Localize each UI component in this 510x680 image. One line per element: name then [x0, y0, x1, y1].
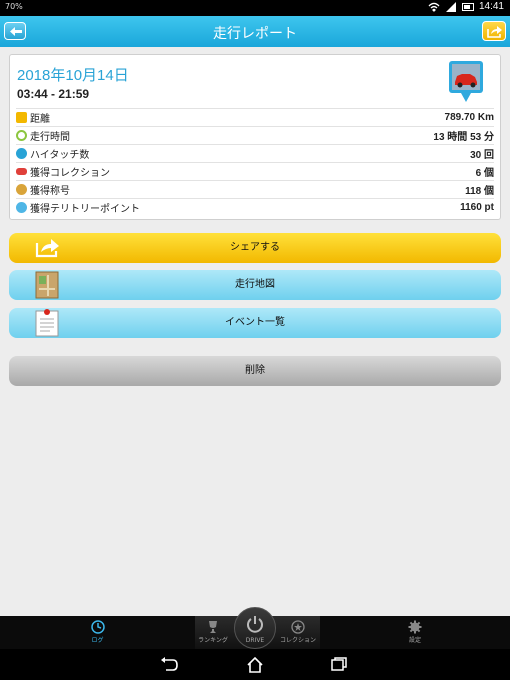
stat-value: 118 個 — [465, 186, 494, 197]
medal-icon — [16, 184, 27, 195]
stat-collection: 獲得コレクション 6 個 — [16, 162, 494, 180]
system-nav-bar — [0, 649, 510, 680]
stat-label: 獲得コレクション — [30, 168, 110, 179]
drive-button[interactable]: DRIVE — [234, 607, 276, 649]
wifi-icon — [428, 2, 440, 12]
event-list-button[interactable]: イベント一覧 — [9, 308, 501, 338]
tab-log-label: ログ — [91, 637, 104, 644]
power-icon — [247, 616, 263, 633]
share-top-button[interactable] — [482, 21, 506, 41]
event-list-icon — [35, 309, 59, 337]
back-nav-icon[interactable] — [160, 657, 178, 671]
status-left-icon: 70% — [5, 2, 23, 11]
stat-distance: 距離 789.70 Km — [16, 108, 494, 126]
report-date: 2018年10月14日 — [17, 67, 129, 84]
stat-label: 獲得称号 — [30, 186, 70, 197]
share-button-label: シェアする — [230, 242, 280, 253]
share-icon — [35, 239, 59, 258]
car-icon — [16, 168, 27, 175]
drive-button-label: DRIVE — [245, 637, 265, 644]
home-nav-icon[interactable] — [246, 657, 264, 673]
battery-icon — [461, 2, 474, 11]
recent-apps-icon[interactable] — [331, 657, 347, 671]
event-list-button-label: イベント一覧 — [225, 317, 285, 328]
signal-icon — [445, 1, 456, 12]
stat-label: ハイタッチ数 — [30, 150, 90, 161]
hand-icon — [16, 148, 27, 159]
delete-button-label: 削除 — [245, 365, 265, 376]
status-icons: 14:41 — [428, 1, 504, 12]
share-icon — [487, 26, 502, 38]
tab-collection[interactable]: コレクション — [278, 616, 318, 649]
tab-settings-label: 設定 — [408, 637, 421, 644]
clock-icon — [16, 130, 27, 141]
tab-log[interactable]: ログ — [0, 616, 195, 649]
stat-value: 1160 pt — [460, 202, 494, 213]
stat-hightouch: ハイタッチ数 30 回 — [16, 144, 494, 162]
report-card: 2018年10月14日 03:44 - 21:59 距離 789.70 Km 走… — [9, 54, 501, 220]
share-button[interactable]: シェアする — [9, 233, 501, 263]
star-icon — [291, 620, 305, 634]
stat-drive-time: 走行時間 13 時間 53 分 — [16, 126, 494, 144]
clock-icon — [90, 620, 105, 634]
status-bar: 70% 14:41 — [0, 0, 510, 16]
stat-label: 獲得テリトリーポイント — [30, 204, 140, 215]
drive-map-button-label: 走行地図 — [235, 279, 275, 290]
tab-collection-label: コレクション — [279, 637, 316, 644]
map-icon — [35, 271, 59, 299]
tab-ranking-label: ランキング — [198, 637, 228, 644]
page-title: 走行レポート — [213, 26, 297, 42]
title-bar: 走行レポート — [0, 16, 510, 47]
car-thumbnail-icon[interactable] — [448, 60, 484, 104]
stat-label: 走行時間 — [30, 132, 70, 143]
stat-territory: 獲得テリトリーポイント 1160 pt — [16, 198, 494, 216]
stat-value: 789.70 Km — [444, 112, 494, 123]
stat-titles: 獲得称号 118 個 — [16, 180, 494, 198]
stat-value: 13 時間 53 分 — [433, 132, 494, 143]
stat-value: 30 回 — [470, 150, 494, 161]
stat-value: 6 個 — [475, 168, 494, 179]
drive-map-button[interactable]: 走行地図 — [9, 270, 501, 300]
tab-settings[interactable]: 設定 — [320, 616, 510, 649]
report-time-range: 03:44 - 21:59 — [17, 87, 90, 101]
stat-label: 距離 — [30, 114, 50, 125]
status-time: 14:41 — [478, 1, 504, 12]
stats-list: 距離 789.70 Km 走行時間 13 時間 53 分 ハイタッチ数 30 回… — [16, 108, 494, 216]
territory-icon — [16, 202, 27, 213]
gear-icon — [408, 620, 422, 634]
delete-button[interactable]: 削除 — [9, 356, 501, 386]
distance-icon — [16, 112, 27, 123]
tab-ranking[interactable]: ランキング — [195, 616, 231, 649]
trophy-icon — [209, 621, 217, 633]
